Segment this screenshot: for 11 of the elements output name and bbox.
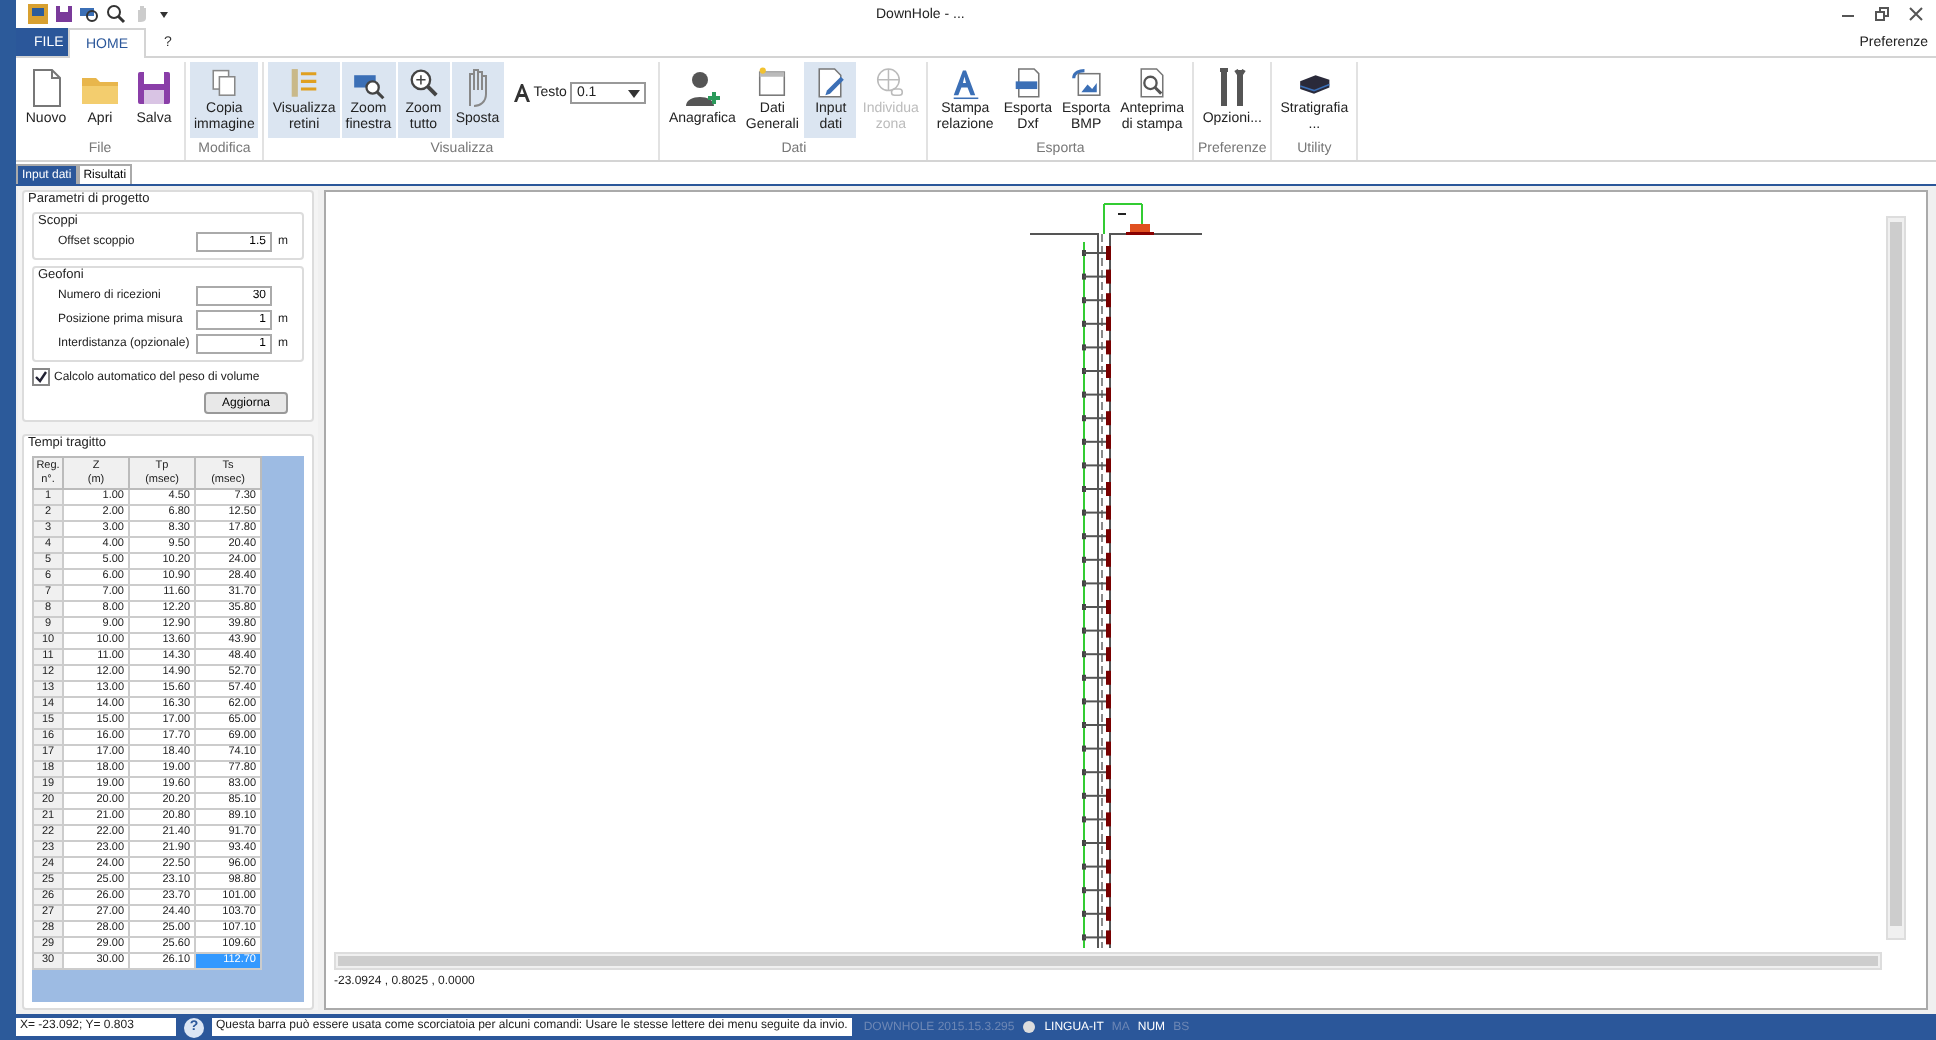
close-icon[interactable] [1908, 6, 1924, 22]
zoom-window-icon[interactable] [80, 4, 100, 24]
zoom-in-icon[interactable] [106, 4, 126, 24]
checkbox[interactable] [32, 368, 50, 386]
user-add-icon [680, 66, 725, 110]
dropdown-caret-icon [628, 89, 641, 97]
horizontal-scrollbar[interactable] [334, 952, 1882, 970]
restore-icon[interactable] [1874, 6, 1890, 22]
app-logo-icon[interactable] [28, 4, 48, 24]
text-size-icon [513, 84, 530, 102]
vertical-scrollbar[interactable] [1886, 216, 1906, 940]
